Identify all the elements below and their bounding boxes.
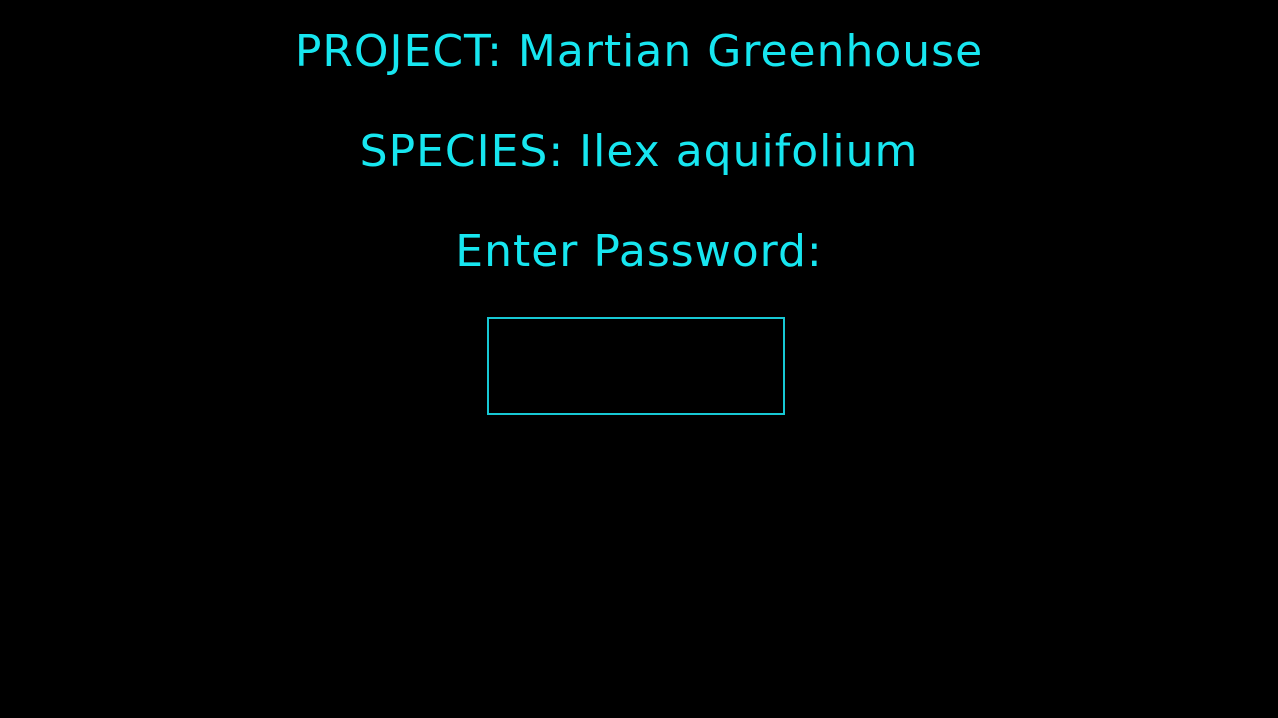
project-title: PROJECT: Martian Greenhouse	[294, 26, 984, 77]
password-input[interactable]	[487, 317, 785, 415]
species-label: SPECIES: Ilex aquifolium	[359, 126, 919, 177]
login-screen: PROJECT: Martian Greenhouse SPECIES: Ile…	[0, 0, 1278, 718]
password-prompt: Enter Password:	[455, 226, 823, 277]
